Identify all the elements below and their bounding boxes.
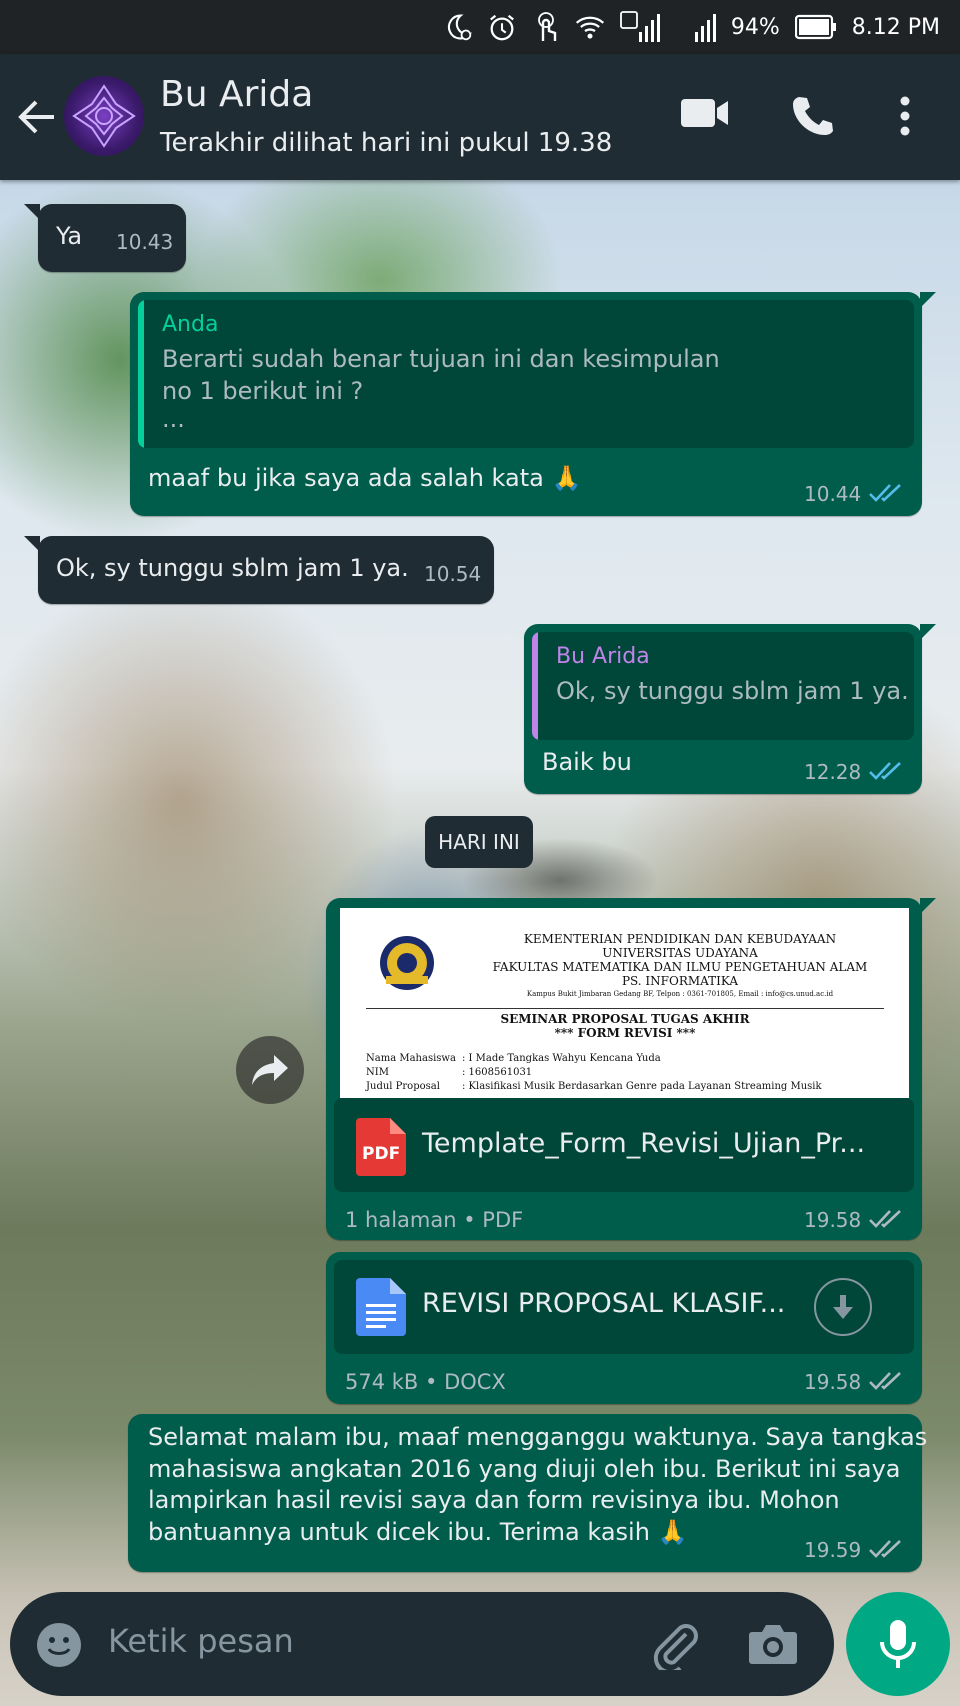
battery-icon: [794, 12, 838, 42]
university-logo: [380, 936, 434, 990]
microphone-icon: [880, 1620, 916, 1668]
quote-bar: [138, 300, 144, 448]
more-options-icon[interactable]: [898, 94, 912, 142]
file-meta: 1 halaman • PDF: [345, 1208, 524, 1232]
message-time: 19.58: [804, 1208, 862, 1232]
voice-call-icon[interactable]: [790, 94, 834, 142]
pdf-file-row[interactable]: PDF Template_Form_Revisi_Ujian_Pr...: [334, 1098, 914, 1192]
message-bubble-outgoing[interactable]: Selamat malam ibu, maaf mengganggu waktu…: [128, 1414, 927, 1572]
contact-name[interactable]: Bu Arida: [160, 74, 313, 115]
doc-line: UNIVERSITAS UDAYANA: [602, 946, 758, 960]
read-ticks-icon: [869, 484, 901, 502]
message-input-bar[interactable]: Ketik pesan: [10, 1592, 834, 1696]
message-input[interactable]: Ketik pesan: [108, 1622, 294, 1660]
message-bubble-incoming[interactable]: Ya 10.43: [38, 204, 186, 272]
alarm-icon: [487, 12, 517, 42]
doc-divider: [366, 1008, 884, 1009]
doc-field-value: : Klasifikasi Musik Berdasarkan Genre pa…: [462, 1081, 822, 1092]
message-text-line: mahasiswa angkatan 2016 yang diuji oleh …: [148, 1454, 901, 1483]
download-icon[interactable]: [814, 1278, 872, 1336]
touch-icon: [531, 12, 561, 42]
message-text-line: lampirkan hasil revisi saya dan form rev…: [148, 1486, 840, 1514]
doc-field-key: Judul Proposal: [366, 1081, 440, 1092]
quoted-message[interactable]: Bu Arida Ok, sy tunggu sblm jam 1 ya.: [532, 632, 914, 740]
quote-line: Ok, sy tunggu sblm jam 1 ya.: [556, 677, 909, 705]
message-time: 19.58: [804, 1370, 862, 1394]
signal-sim1-icon: [619, 11, 661, 42]
date-separator: HARI INI: [425, 816, 533, 868]
message-text: Ya: [56, 222, 83, 250]
pdf-preview-image[interactable]: KEMENTERIAN PENDIDIKAN DAN KEBUDAYAAN UN…: [340, 908, 909, 1098]
document-icon: [356, 1278, 406, 1336]
forward-icon[interactable]: [236, 1036, 304, 1104]
doc-line: FAKULTAS MATEMATIKA DAN ILMU PENGETAHUAN…: [492, 960, 868, 974]
doc-field-value: : 1608561031: [462, 1067, 533, 1078]
do-not-disturb-icon: [443, 12, 473, 42]
last-seen-status: Terakhir dilihat hari ini pukul 19.38: [160, 128, 613, 158]
quote-bar: [532, 632, 538, 740]
message-bubble-outgoing[interactable]: Bu Arida Ok, sy tunggu sblm jam 1 ya. Ba…: [524, 624, 922, 794]
quote-line: Berarti sudah benar tujuan ini dan kesim…: [162, 345, 720, 373]
file-meta: 574 kB • DOCX: [345, 1370, 506, 1394]
message-time: 19.59: [804, 1538, 862, 1562]
doc-field-key: Nama Mahasiswa: [366, 1053, 456, 1064]
delivered-ticks-icon: [869, 1210, 901, 1228]
message-text: Baik bu: [542, 748, 632, 776]
back-arrow-icon[interactable]: [14, 94, 60, 140]
file-name: REVISI PROPOSAL KLASIF...: [422, 1288, 786, 1319]
doc-line: Kampus Bukit Jimbaran Gedang BF, Telpon …: [526, 990, 834, 998]
message-text: maaf bu jika saya ada salah kata 🙏: [148, 464, 582, 492]
quote-author: Anda: [162, 312, 219, 337]
wifi-icon: [575, 12, 605, 42]
attach-icon[interactable]: [650, 1620, 700, 1675]
file-name: Template_Form_Revisi_Ujian_Pr...: [422, 1128, 866, 1159]
status-bar: 94% 8.12 PM: [0, 0, 960, 54]
read-ticks-icon: [869, 762, 901, 780]
message-bubble-incoming[interactable]: Ok, sy tunggu sblm jam 1 ya. 10.54: [38, 536, 494, 604]
voice-message-button[interactable]: [846, 1592, 950, 1696]
signal-sim2-icon: [675, 12, 717, 42]
doc-title: SEMINAR PROPOSAL TUGAS AKHIR: [500, 1012, 750, 1026]
quote-line: no 1 berikut ini ?: [162, 377, 364, 405]
bubble-tail: [920, 898, 936, 914]
quote-line: ...: [162, 405, 185, 433]
message-bubble-outgoing[interactable]: REVISI PROPOSAL KLASIF... 574 kB • DOCX …: [326, 1252, 922, 1404]
doc-field-key: NIM: [366, 1067, 389, 1078]
quote-author: Bu Arida: [556, 644, 650, 669]
doc-field-value: : I Made Tangkas Wahyu Kencana Yuda: [462, 1053, 661, 1064]
contact-avatar[interactable]: [64, 76, 144, 156]
message-time: 10.54: [424, 562, 482, 586]
message-text: Ok, sy tunggu sblm jam 1 ya.: [56, 554, 409, 582]
pdf-badge: PDF: [362, 1144, 401, 1164]
message-time: 10.43: [116, 230, 174, 254]
clock: 8.12 PM: [851, 14, 940, 40]
docx-file-row[interactable]: REVISI PROPOSAL KLASIF...: [334, 1260, 914, 1354]
video-call-icon[interactable]: [680, 96, 730, 134]
camera-icon[interactable]: [748, 1622, 798, 1668]
delivered-ticks-icon: [869, 1372, 901, 1390]
pdf-icon: PDF: [356, 1118, 406, 1176]
doc-line: PS. INFORMATIKA: [621, 974, 739, 988]
bubble-tail: [920, 624, 936, 640]
chat-header: Bu Arida Terakhir dilihat hari ini pukul…: [0, 54, 960, 180]
battery-percent: 94%: [730, 14, 780, 40]
message-time: 12.28: [804, 760, 862, 784]
message-text-line: Selamat malam ibu, maaf mengganggu waktu…: [148, 1423, 928, 1451]
doc-title: *** FORM REVISI ***: [554, 1026, 696, 1040]
doc-line: KEMENTERIAN PENDIDIKAN DAN KEBUDAYAAN: [523, 932, 837, 946]
emoji-icon[interactable]: [36, 1622, 82, 1668]
bubble-tail: [920, 292, 936, 308]
message-time: 10.44: [804, 482, 862, 506]
message-bubble-outgoing[interactable]: Anda Berarti sudah benar tujuan ini dan …: [130, 292, 922, 516]
delivered-ticks-icon: [869, 1540, 901, 1558]
quoted-message[interactable]: Anda Berarti sudah benar tujuan ini dan …: [138, 300, 914, 448]
